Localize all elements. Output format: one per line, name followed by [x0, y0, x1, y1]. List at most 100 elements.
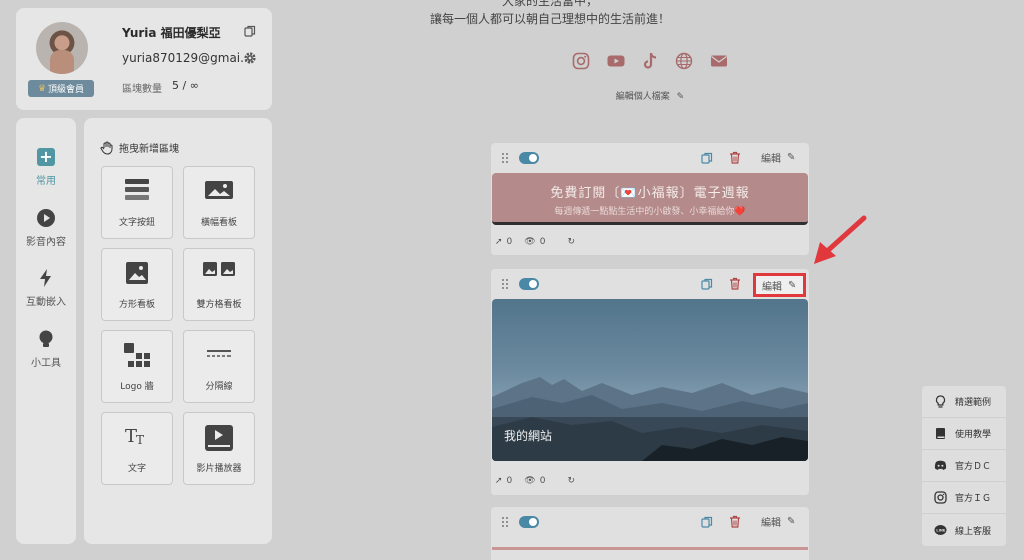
block-stats: ➚ 0 👁 0 ↻ — [495, 476, 579, 486]
tile-square[interactable]: 方形看板 — [101, 248, 173, 321]
duplicate-icon[interactable] — [701, 278, 713, 290]
banner-image[interactable]: 我的網站 — [492, 299, 808, 461]
tile-video-player[interactable]: 影片播放器 — [183, 412, 255, 485]
globe-icon[interactable] — [675, 52, 693, 70]
trash-icon[interactable] — [729, 151, 741, 164]
edit-button-content: 編輯 ✎ — [762, 278, 796, 293]
block-header: 編輯 ✎ — [491, 143, 809, 173]
newsletter-title: 免費訂閱〔💌小福報〕電子週報 — [550, 186, 750, 201]
instagram-icon[interactable] — [572, 52, 590, 70]
text-icon: T T — [125, 426, 144, 447]
trash-icon[interactable] — [729, 515, 741, 528]
tile-label: 文字按鈕 — [118, 218, 155, 228]
edit-button[interactable]: 編輯 ✎ — [761, 514, 795, 529]
instagram-icon — [934, 491, 947, 504]
member-badge: ♛ 頂級會員 — [28, 80, 94, 97]
drag-handle-icon[interactable] — [501, 278, 509, 290]
tile-label: 橫幅看板 — [200, 218, 237, 228]
drag-handle-icon[interactable] — [501, 516, 509, 528]
play-icon — [37, 209, 55, 227]
help-item-label: 精選範例 — [955, 398, 992, 408]
palette-title-text: 拖曳新增區塊 — [119, 144, 179, 155]
gear-icon[interactable] — [243, 51, 257, 65]
category-label: 影音內容 — [26, 237, 66, 248]
pencil-icon: ✎ — [787, 152, 796, 163]
duplicate-icon[interactable] — [701, 516, 713, 528]
tile-banner[interactable]: 橫幅看板 — [183, 166, 255, 239]
block-newsletter[interactable]: 編輯 ✎ 免費訂閱〔💌小福報〕電子週報 每週傳遞一點點生活中的小啟發、小幸福給你… — [491, 143, 809, 255]
pencil-icon: ✎ — [676, 92, 685, 102]
red-arrow-icon — [814, 215, 867, 264]
square-image-icon — [126, 262, 148, 284]
tile-label: Logo 牆 — [120, 382, 154, 392]
tile-label: 分隔線 — [205, 382, 233, 392]
discord-icon — [934, 460, 947, 470]
trash-icon[interactable] — [729, 277, 741, 290]
copy-icon[interactable] — [244, 25, 256, 37]
help-tutorial[interactable]: 使用教學 — [922, 418, 1006, 450]
edit-profile-link[interactable]: 編輯個人檔案 ✎ — [600, 89, 700, 102]
mail-icon[interactable] — [710, 52, 728, 70]
tile-text[interactable]: T T 文字 — [101, 412, 173, 485]
refresh-icon[interactable]: ↻ — [567, 237, 575, 247]
newsletter-subtitle: 每週傳遞一點點生活中的小啟發、小幸福給你❤️ — [554, 207, 746, 217]
video-player-icon — [205, 425, 233, 451]
category-tools[interactable]: 小工具 — [16, 329, 76, 369]
edit-profile-text: 編輯個人檔案 — [615, 92, 670, 102]
help-line-support[interactable]: LINE 線上客服 — [922, 514, 1006, 546]
plus-icon: + — [37, 148, 55, 166]
refresh-icon[interactable]: ↻ — [567, 476, 575, 486]
eye-icon: 👁 — [524, 476, 536, 486]
help-menu: 精選範例 使用教學 官方ＤＣ 官方ＩＧ LINE 線上客服 — [922, 386, 1006, 546]
block-preview-edge — [492, 547, 808, 550]
click-icon: ➚ — [495, 237, 503, 247]
block-banner[interactable]: 我的網站 ➚ 0 👁 0 ↻ — [491, 269, 809, 495]
help-item-label: 官方ＤＣ — [955, 462, 992, 472]
help-instagram[interactable]: 官方ＩＧ — [922, 482, 1006, 514]
duplicate-icon[interactable] — [701, 152, 713, 164]
category-media[interactable]: 影音內容 — [16, 208, 76, 248]
edit-button[interactable]: 編輯 ✎ — [761, 150, 795, 165]
click-count: 0 — [506, 237, 513, 247]
help-discord[interactable]: 官方ＤＣ — [922, 450, 1006, 482]
category-common[interactable]: + 常用 — [16, 148, 76, 188]
user-email: yuria870129@gmai... — [122, 51, 252, 65]
category-embed[interactable]: 互動嵌入 — [16, 268, 76, 308]
block-stats: ➚ 0 👁 0 ↻ — [495, 237, 579, 247]
youtube-icon[interactable] — [607, 52, 625, 70]
block-header: 編輯 ✎ — [491, 507, 809, 537]
visibility-toggle[interactable] — [519, 152, 539, 164]
profile-card: ♛ 頂級會員 Yuria 福田優梨亞 yuria870129@gmai... 區… — [16, 8, 272, 110]
bio-line-2: 讓每一個人都可以朝自己理想中的生活前進！ — [429, 12, 670, 26]
tile-divider[interactable]: 分隔線 — [183, 330, 255, 403]
eye-icon: 👁 — [524, 237, 536, 247]
category-label: 互動嵌入 — [26, 297, 66, 308]
highlighted-edit-button[interactable]: 編輯 ✎ — [753, 273, 806, 297]
block-count-value: 5 / ∞ — [172, 79, 199, 92]
svg-text:T: T — [136, 433, 144, 447]
bulb-icon — [39, 330, 53, 347]
visibility-toggle[interactable] — [519, 516, 539, 528]
hand-icon — [100, 141, 113, 155]
banner-label: 我的網站 — [504, 429, 553, 443]
avatar[interactable] — [36, 22, 88, 74]
tiktok-icon[interactable] — [641, 52, 659, 70]
logo-wall-icon — [124, 343, 150, 367]
help-item-label: 官方ＩＧ — [955, 494, 992, 504]
drag-handle-icon[interactable] — [501, 152, 509, 164]
tile-text-button[interactable]: 文字按鈕 — [101, 166, 173, 239]
pencil-icon: ✎ — [788, 280, 797, 291]
visibility-toggle[interactable] — [519, 278, 539, 290]
help-featured-examples[interactable]: 精選範例 — [922, 386, 1006, 418]
newsletter-card[interactable]: 免費訂閱〔💌小福報〕電子週報 每週傳遞一點點生活中的小啟發、小幸福給你❤️ — [492, 173, 808, 225]
block-third[interactable]: 編輯 ✎ — [491, 507, 809, 560]
user-name: Yuria 福田優梨亞 — [122, 26, 221, 40]
tile-double-square[interactable]: 雙方格看板 — [183, 248, 255, 321]
tile-logo-wall[interactable]: Logo 牆 — [101, 330, 173, 403]
double-image-icon — [203, 262, 235, 276]
bulb-outline-icon — [935, 395, 946, 408]
block-palette: 拖曳新增區塊 文字按鈕 橫幅看板 方形看板 雙方格看板 Logo 牆 分隔線 T… — [84, 118, 272, 544]
tile-label: 方形看板 — [118, 300, 155, 310]
bolt-icon — [40, 269, 51, 287]
pencil-icon: ✎ — [787, 516, 796, 527]
